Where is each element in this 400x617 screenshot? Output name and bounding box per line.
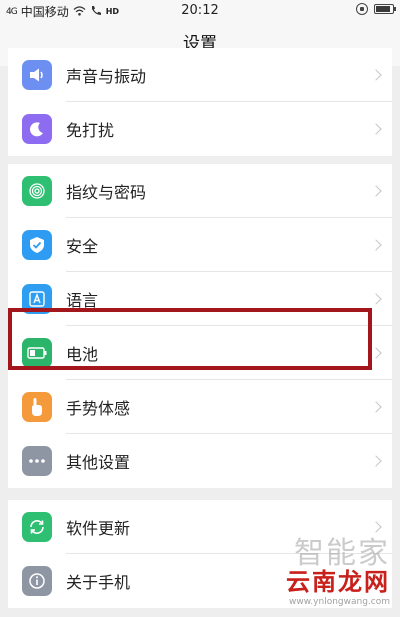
watermark: 智能家 云南龙网 www.ynlongwang.com	[286, 528, 390, 607]
settings-item-label: 手势体感	[66, 399, 131, 418]
moon-icon	[22, 114, 52, 144]
settings-item-label: 声音与振动	[66, 67, 147, 86]
settings-item-dnd[interactable]: 免打扰	[8, 102, 392, 156]
chevron-right-icon	[370, 401, 382, 413]
shield-icon	[22, 230, 52, 260]
settings-item-label: 安全	[66, 237, 99, 256]
settings-group-1: 声音与振动 免打扰	[8, 48, 392, 156]
highlight-box	[8, 308, 372, 370]
chevron-right-icon	[370, 239, 382, 251]
settings-item-label: 关于手机	[66, 573, 131, 592]
settings-item-label: 其他设置	[66, 453, 131, 472]
rotation-lock-icon	[356, 3, 368, 15]
status-right	[356, 3, 396, 15]
chevron-right-icon	[370, 347, 382, 359]
chevron-right-icon	[370, 455, 382, 467]
gesture-icon	[22, 392, 52, 422]
speaker-icon	[22, 60, 52, 90]
settings-item-fingerprint[interactable]: 指纹与密码	[8, 164, 392, 218]
update-icon	[22, 512, 52, 542]
settings-item-label: 免打扰	[66, 121, 115, 140]
settings-item-sound[interactable]: 声音与振动	[8, 48, 392, 102]
settings-item-label: 指纹与密码	[66, 183, 147, 202]
settings-item-gesture[interactable]: 手势体感	[8, 380, 392, 434]
battery-fill	[376, 6, 390, 12]
chevron-right-icon	[370, 69, 382, 81]
info-icon	[22, 566, 52, 596]
more-icon	[22, 446, 52, 476]
chevron-right-icon	[370, 123, 382, 135]
battery-icon	[374, 4, 396, 14]
status-bar: 4G 中国移动 HD 20:12	[0, 0, 400, 22]
chevron-right-icon	[370, 185, 382, 197]
watermark-logo: 云南龙网	[286, 568, 390, 596]
settings-item-label: 软件更新	[66, 519, 131, 538]
fingerprint-icon	[22, 176, 52, 206]
settings-item-other[interactable]: 其他设置	[8, 434, 392, 488]
watermark-url: www.ynlongwang.com	[289, 597, 390, 607]
settings-item-security[interactable]: 安全	[8, 218, 392, 272]
chevron-right-icon	[370, 293, 382, 305]
status-time: 20:12	[181, 3, 219, 18]
